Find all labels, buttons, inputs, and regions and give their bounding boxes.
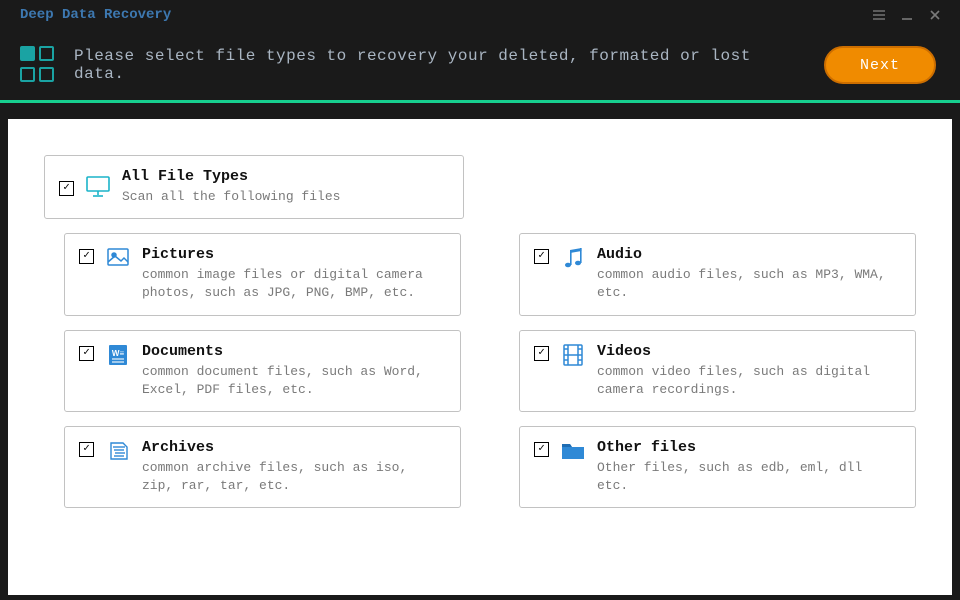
header: Please select file types to recovery you… — [0, 30, 960, 100]
checkbox-archives[interactable]: ✓ — [79, 442, 94, 457]
close-icon[interactable] — [924, 4, 946, 26]
file-type-grid: ✓ Pictures common image files or digital… — [44, 233, 916, 508]
card-other-files[interactable]: ✓ Other files Other files, such as edb, … — [519, 426, 916, 508]
card-desc: Scan all the following files — [122, 188, 449, 206]
card-archives[interactable]: ✓ Archives common archive files, such as… — [64, 426, 461, 508]
checkbox-videos[interactable]: ✓ — [534, 346, 549, 361]
card-desc: common video files, such as digital came… — [597, 363, 901, 399]
next-button[interactable]: Next — [824, 46, 936, 84]
card-desc: Other files, such as edb, eml, dll etc. — [597, 459, 901, 495]
card-documents[interactable]: ✓ W≡ Documents common document files, su… — [64, 330, 461, 412]
checkbox-pictures[interactable]: ✓ — [79, 249, 94, 264]
monitor-icon — [86, 175, 110, 199]
card-pictures[interactable]: ✓ Pictures common image files or digital… — [64, 233, 461, 315]
content-panel: ✓ All File Types Scan all the following … — [8, 119, 952, 595]
card-title: Archives — [142, 439, 446, 456]
checkbox-documents[interactable]: ✓ — [79, 346, 94, 361]
music-note-icon — [561, 246, 585, 270]
svg-text:W≡: W≡ — [112, 349, 125, 358]
card-title: Other files — [597, 439, 901, 456]
film-icon — [561, 343, 585, 367]
next-button-label: Next — [860, 57, 900, 74]
card-videos[interactable]: ✓ Videos common video files, such as dig… — [519, 330, 916, 412]
card-title: All File Types — [122, 168, 449, 185]
card-title: Pictures — [142, 246, 446, 263]
titlebar: Deep Data Recovery — [0, 0, 960, 30]
card-desc: common archive files, such as iso, zip, … — [142, 459, 446, 495]
card-all-file-types[interactable]: ✓ All File Types Scan all the following … — [44, 155, 464, 219]
header-prompt: Please select file types to recovery you… — [74, 47, 808, 83]
document-icon: W≡ — [106, 343, 130, 367]
card-desc: common document files, such as Word, Exc… — [142, 363, 446, 399]
checkbox-audio[interactable]: ✓ — [534, 249, 549, 264]
accent-divider — [0, 100, 960, 103]
card-desc: common audio files, such as MP3, WMA, et… — [597, 266, 901, 302]
folder-icon — [561, 439, 585, 463]
card-audio[interactable]: ✓ Audio common audio files, such as MP3,… — [519, 233, 916, 315]
image-icon — [106, 246, 130, 270]
card-desc: common image files or digital camera pho… — [142, 266, 446, 302]
app-logo-icon — [20, 46, 58, 84]
checkbox-all[interactable]: ✓ — [59, 181, 74, 196]
checkbox-other[interactable]: ✓ — [534, 442, 549, 457]
card-title: Audio — [597, 246, 901, 263]
card-title: Documents — [142, 343, 446, 360]
app-title: Deep Data Recovery — [20, 7, 862, 23]
menu-icon[interactable] — [868, 4, 890, 26]
archive-icon — [106, 439, 130, 463]
card-title: Videos — [597, 343, 901, 360]
minimize-icon[interactable] — [896, 4, 918, 26]
